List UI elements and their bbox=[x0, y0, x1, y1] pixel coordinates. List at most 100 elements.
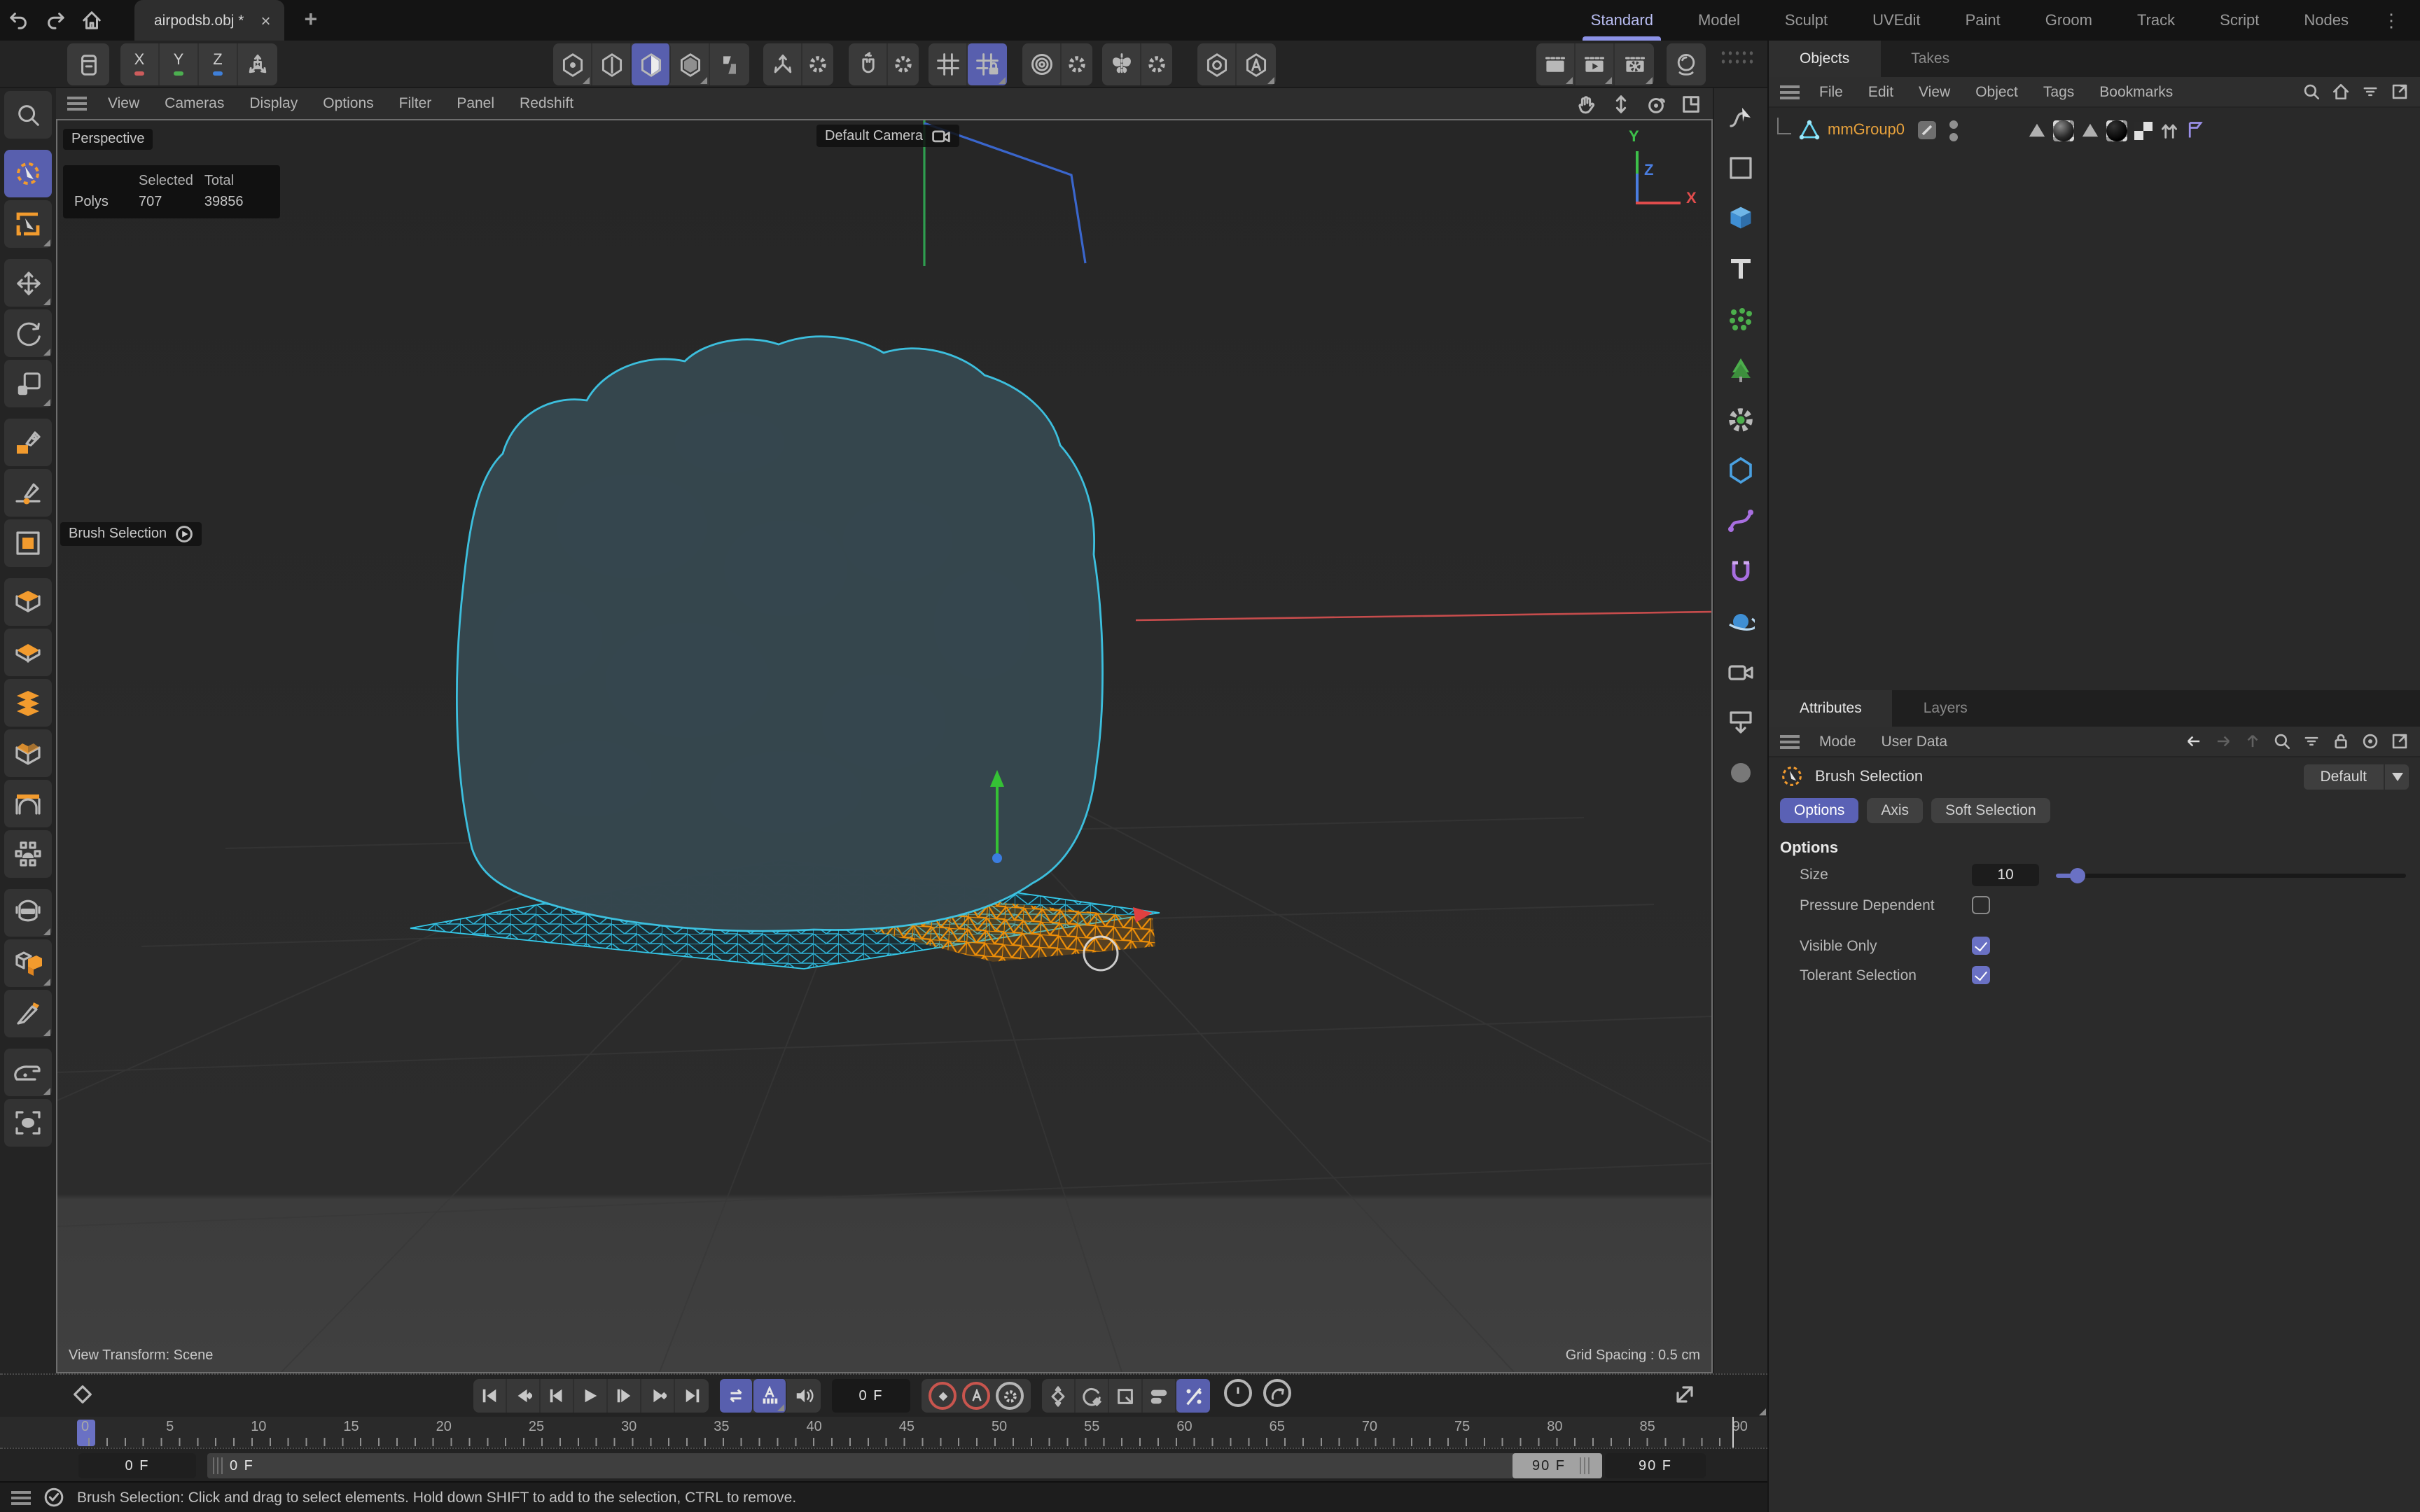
workspace-tab[interactable]: Track bbox=[2115, 0, 2197, 41]
make-editable-button[interactable] bbox=[4, 519, 52, 567]
home-icon[interactable] bbox=[2332, 83, 2350, 101]
view-label[interactable]: Perspective bbox=[63, 129, 153, 150]
render-picture-viewer-button[interactable] bbox=[1576, 43, 1615, 85]
track-focus-icon[interactable] bbox=[2361, 732, 2379, 750]
solo-single-button[interactable] bbox=[1263, 1379, 1291, 1407]
vegetation-object-button[interactable] bbox=[1720, 349, 1762, 391]
spline-arrow-tool-button[interactable] bbox=[1720, 97, 1762, 139]
generator-settings-button[interactable] bbox=[1720, 399, 1762, 441]
viewport-menu-item[interactable]: Panel bbox=[444, 95, 507, 112]
size-slider-knob[interactable] bbox=[2070, 868, 2085, 883]
viewport-menu-item[interactable]: Redshift bbox=[507, 95, 586, 112]
plane-object-button[interactable] bbox=[1720, 147, 1762, 189]
new-tab-button[interactable]: + bbox=[304, 8, 317, 33]
dolly-icon[interactable] bbox=[1611, 93, 1632, 114]
objects-panel-tab[interactable]: Objects bbox=[1769, 41, 1880, 77]
key-position-button[interactable] bbox=[1042, 1379, 1076, 1413]
search-icon[interactable] bbox=[2302, 83, 2321, 101]
hierarchy-triangle-icon[interactable] bbox=[2028, 122, 2046, 139]
status-menu-icon[interactable] bbox=[11, 1490, 31, 1504]
workspace-tab[interactable]: Model bbox=[1676, 0, 1762, 41]
tool-section-tab[interactable]: Axis bbox=[1867, 798, 1923, 823]
projection-button[interactable] bbox=[1720, 701, 1762, 743]
polygon-pen-tool-button[interactable] bbox=[4, 419, 52, 466]
keyframe-diamond-icon[interactable] bbox=[70, 1382, 95, 1407]
workspace-tab[interactable]: Sculpt bbox=[1762, 0, 1850, 41]
cube-object-button[interactable] bbox=[1720, 197, 1762, 239]
attributes-menu-item[interactable]: Mode bbox=[1808, 733, 1868, 750]
workplane-button[interactable] bbox=[763, 43, 802, 85]
render-view-button[interactable] bbox=[1536, 43, 1576, 85]
objects-menu-item[interactable]: Bookmarks bbox=[2088, 83, 2184, 100]
workspace-tab[interactable]: Groom bbox=[2023, 0, 2115, 41]
range-start-field[interactable]: 0 F bbox=[78, 1453, 196, 1478]
modeling-circle-button[interactable] bbox=[1022, 43, 1062, 85]
viewport-menu-item[interactable]: View bbox=[95, 95, 152, 112]
extrude-tool-button[interactable] bbox=[4, 578, 52, 626]
points-mode-button[interactable] bbox=[553, 43, 592, 85]
workspace-tab[interactable]: Standard bbox=[1569, 0, 1676, 41]
move-tool-button[interactable] bbox=[4, 259, 52, 307]
next-key-button[interactable] bbox=[641, 1379, 675, 1413]
default-camera-hud[interactable]: Default Camera bbox=[816, 125, 959, 147]
range-left-grip[interactable] bbox=[213, 1457, 224, 1474]
camera-object-button[interactable] bbox=[1720, 651, 1762, 693]
cage-deform-tool-button[interactable] bbox=[4, 830, 52, 878]
previous-frame-button[interactable] bbox=[541, 1379, 574, 1413]
size-slider[interactable] bbox=[2056, 864, 2406, 886]
deformer-button[interactable] bbox=[1720, 550, 1762, 592]
alpha-tag-icon[interactable] bbox=[2134, 121, 2153, 139]
search-icon[interactable] bbox=[2273, 732, 2291, 750]
normal-filter-button[interactable] bbox=[1197, 43, 1237, 85]
render-settings-button[interactable] bbox=[1615, 43, 1654, 85]
model-mode-button[interactable] bbox=[671, 43, 710, 85]
symmetry-button[interactable] bbox=[1102, 43, 1141, 85]
filter-icon[interactable] bbox=[2361, 83, 2379, 101]
panel-layout-icon[interactable] bbox=[1681, 93, 1702, 114]
edit-toggle-icon[interactable] bbox=[1917, 120, 1937, 140]
document-tab[interactable]: airpodsb.obj * × bbox=[134, 0, 284, 41]
key-rotation-button[interactable] bbox=[1076, 1379, 1109, 1413]
tool-section-tab[interactable]: Soft Selection bbox=[1931, 798, 2050, 823]
attributes-panel-tab[interactable]: Layers bbox=[1893, 690, 1998, 727]
filter-icon[interactable] bbox=[2302, 732, 2321, 750]
axis-y-button[interactable]: Y bbox=[160, 43, 199, 85]
key-pla-button[interactable] bbox=[1176, 1379, 1210, 1413]
rotate-tool-button[interactable] bbox=[4, 309, 52, 357]
redo-button[interactable] bbox=[36, 0, 73, 41]
pan-hand-icon[interactable] bbox=[1576, 93, 1597, 114]
text-object-button[interactable] bbox=[1720, 248, 1762, 290]
workplane-settings-button[interactable] bbox=[802, 43, 833, 85]
close-tab-icon[interactable]: × bbox=[260, 10, 270, 30]
brush-selection-hud[interactable]: Brush Selection bbox=[60, 522, 202, 546]
quantize-button[interactable] bbox=[968, 43, 1007, 85]
edges-mode-button[interactable] bbox=[592, 43, 632, 85]
go-to-end-button[interactable] bbox=[675, 1379, 709, 1413]
autokey-range-button[interactable] bbox=[753, 1379, 787, 1413]
bevel-tool-button[interactable] bbox=[4, 729, 52, 777]
next-frame-button[interactable] bbox=[608, 1379, 641, 1413]
iron-tool-button[interactable] bbox=[4, 1049, 52, 1096]
extrude-inner-tool-button[interactable] bbox=[4, 629, 52, 676]
keying-settings-button[interactable] bbox=[996, 1382, 1024, 1410]
undo-button[interactable] bbox=[0, 0, 36, 41]
grid-button[interactable] bbox=[929, 43, 968, 85]
range-end-handle[interactable]: 90 F bbox=[1512, 1453, 1602, 1478]
visibility-toggles[interactable] bbox=[1949, 120, 1958, 141]
preset-dropdown-button[interactable] bbox=[2384, 764, 2409, 789]
coordinate-system-button[interactable] bbox=[238, 43, 277, 85]
timeline-expand-icon[interactable] bbox=[1672, 1382, 1697, 1407]
preset-default-button[interactable]: Default bbox=[2303, 764, 2384, 789]
objects-menu-item[interactable]: File bbox=[1808, 83, 1854, 100]
go-to-start-button[interactable] bbox=[473, 1379, 507, 1413]
solo-off-button[interactable] bbox=[1224, 1379, 1252, 1407]
layout-button[interactable] bbox=[67, 43, 109, 85]
home-button[interactable] bbox=[73, 0, 109, 41]
key-parameter-button[interactable] bbox=[1143, 1379, 1176, 1413]
objects-menu-icon[interactable] bbox=[1780, 85, 1800, 99]
up-arrow-icon[interactable] bbox=[2244, 732, 2262, 750]
material-thumbnail[interactable] bbox=[2053, 120, 2074, 141]
preview-range-bar[interactable]: 0 F 90 F bbox=[207, 1453, 1602, 1478]
object-row[interactable]: mmGroup0 bbox=[1769, 116, 2420, 144]
loop-mode-button[interactable] bbox=[720, 1379, 753, 1413]
